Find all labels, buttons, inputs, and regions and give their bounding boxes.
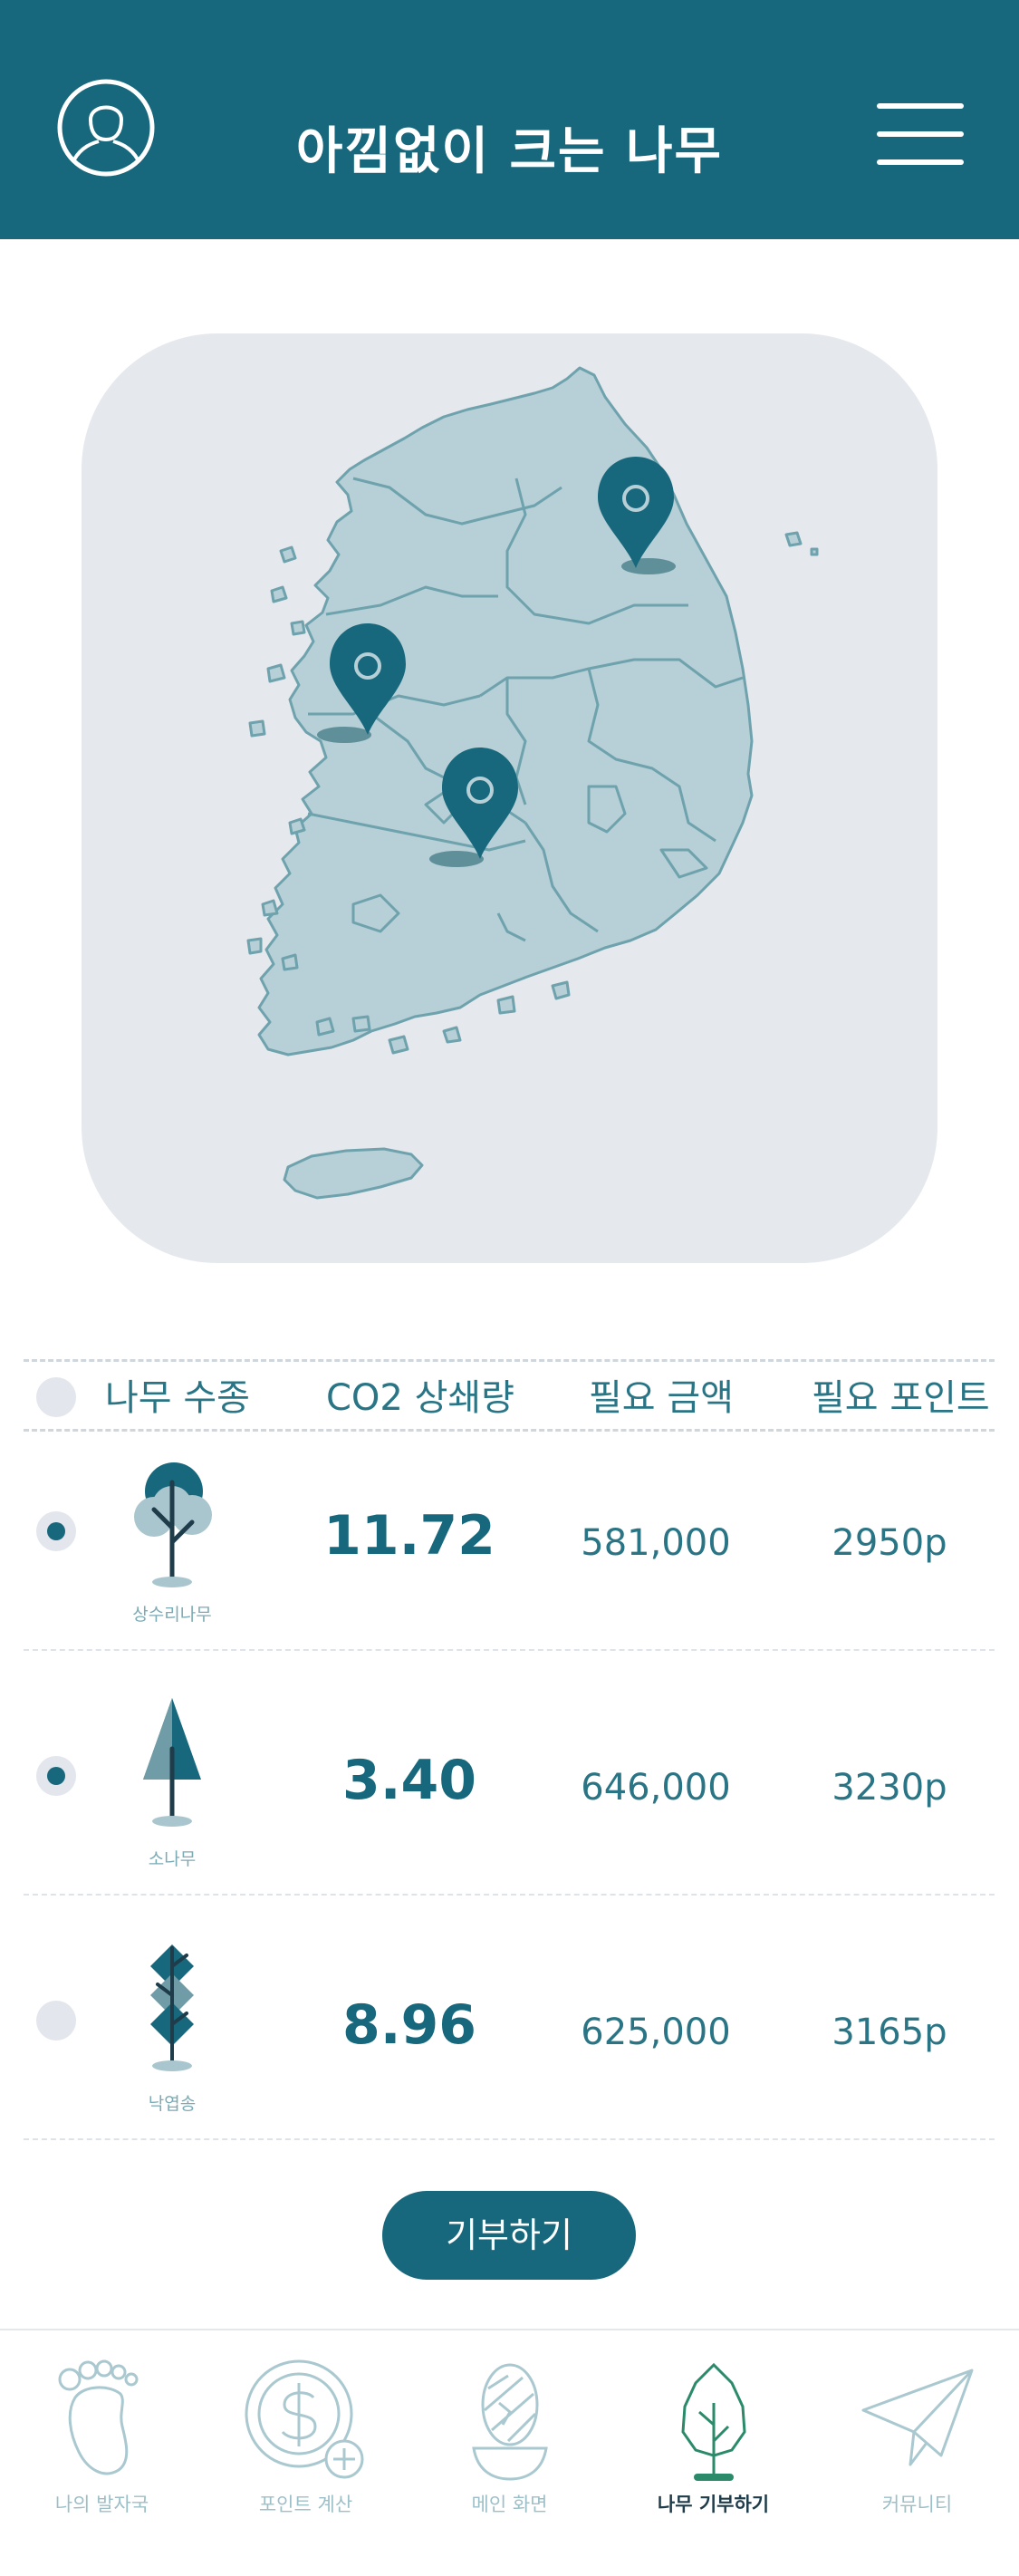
co2-value: 3.40 bbox=[341, 1749, 477, 1812]
points-value: 2950p bbox=[832, 1522, 947, 1564]
map-ulleungdo bbox=[784, 531, 819, 556]
points-value: 3165p bbox=[832, 2012, 947, 2053]
pine-tree-icon bbox=[143, 1698, 201, 1827]
footprint-icon bbox=[58, 2359, 138, 2475]
amount-value: 625,000 bbox=[581, 2012, 731, 2053]
tab-main-screen[interactable]: 메인 화면 bbox=[408, 2330, 611, 2576]
row-divider bbox=[24, 2138, 995, 2140]
app-title: 아낌없이 크는 나무 bbox=[295, 122, 724, 181]
map-mainland bbox=[257, 366, 754, 1056]
row-radio[interactable] bbox=[36, 1756, 76, 1796]
amount-value: 581,000 bbox=[581, 1522, 731, 1564]
col-header-points: 필요 포인트 bbox=[812, 1377, 990, 1419]
tree-name: 소나무 bbox=[148, 1849, 197, 1869]
tab-tree-donation[interactable]: 나무 기부하기 bbox=[611, 2330, 815, 2576]
row-divider bbox=[24, 1649, 995, 1651]
tab-my-footprint[interactable]: 나의 발자국 bbox=[0, 2330, 204, 2576]
select-all-radio[interactable] bbox=[36, 1377, 76, 1417]
col-header-co2: CO2 상쇄량 bbox=[326, 1377, 514, 1419]
row-radio[interactable] bbox=[36, 2001, 76, 2041]
hamburger-menu-icon[interactable] bbox=[877, 101, 964, 167]
tree-name: 낙엽송 bbox=[148, 2094, 197, 2114]
bottom-tab-bar: 나의 발자국 포인트 계산 메인 화면 나무 기부하기 커뮤니티 bbox=[0, 2329, 1019, 2574]
map-jejudo bbox=[283, 1147, 424, 1200]
tab-label: 메인 화면 bbox=[471, 2494, 548, 2515]
dollar-coin-icon bbox=[245, 2359, 363, 2479]
points-value: 3230p bbox=[832, 1767, 947, 1809]
tab-community[interactable]: 커뮤니티 bbox=[815, 2330, 1019, 2576]
app-header: 아낌없이 크는 나무 bbox=[0, 0, 1019, 239]
paper-plane-icon bbox=[861, 2369, 973, 2466]
tab-point-calc[interactable]: 포인트 계산 bbox=[204, 2330, 408, 2576]
earth-bowl-icon bbox=[471, 2363, 548, 2481]
table-header-top-divider bbox=[24, 1359, 995, 1362]
co2-value: 8.96 bbox=[341, 1993, 477, 2057]
amount-value: 646,000 bbox=[581, 1767, 731, 1809]
co2-value: 11.72 bbox=[323, 1504, 495, 1568]
tab-label: 커뮤니티 bbox=[881, 2494, 953, 2515]
col-header-amount: 필요 금액 bbox=[589, 1377, 734, 1419]
larch-tree-icon bbox=[150, 1944, 194, 2071]
korea-map bbox=[82, 333, 937, 1263]
tab-label: 나의 발자국 bbox=[54, 2494, 149, 2515]
row-divider bbox=[24, 1894, 995, 1896]
table-header-bottom-divider bbox=[24, 1429, 995, 1432]
tab-label: 포인트 계산 bbox=[258, 2494, 353, 2515]
col-header-species: 나무 수종 bbox=[105, 1377, 250, 1419]
row-radio[interactable] bbox=[36, 1511, 76, 1551]
tree-name: 상수리나무 bbox=[132, 1605, 212, 1625]
tree-icon bbox=[680, 2362, 746, 2481]
oak-tree-icon bbox=[134, 1462, 212, 1587]
donate-button[interactable]: 기부하기 bbox=[382, 2191, 636, 2280]
tab-label: 나무 기부하기 bbox=[657, 2494, 770, 2515]
